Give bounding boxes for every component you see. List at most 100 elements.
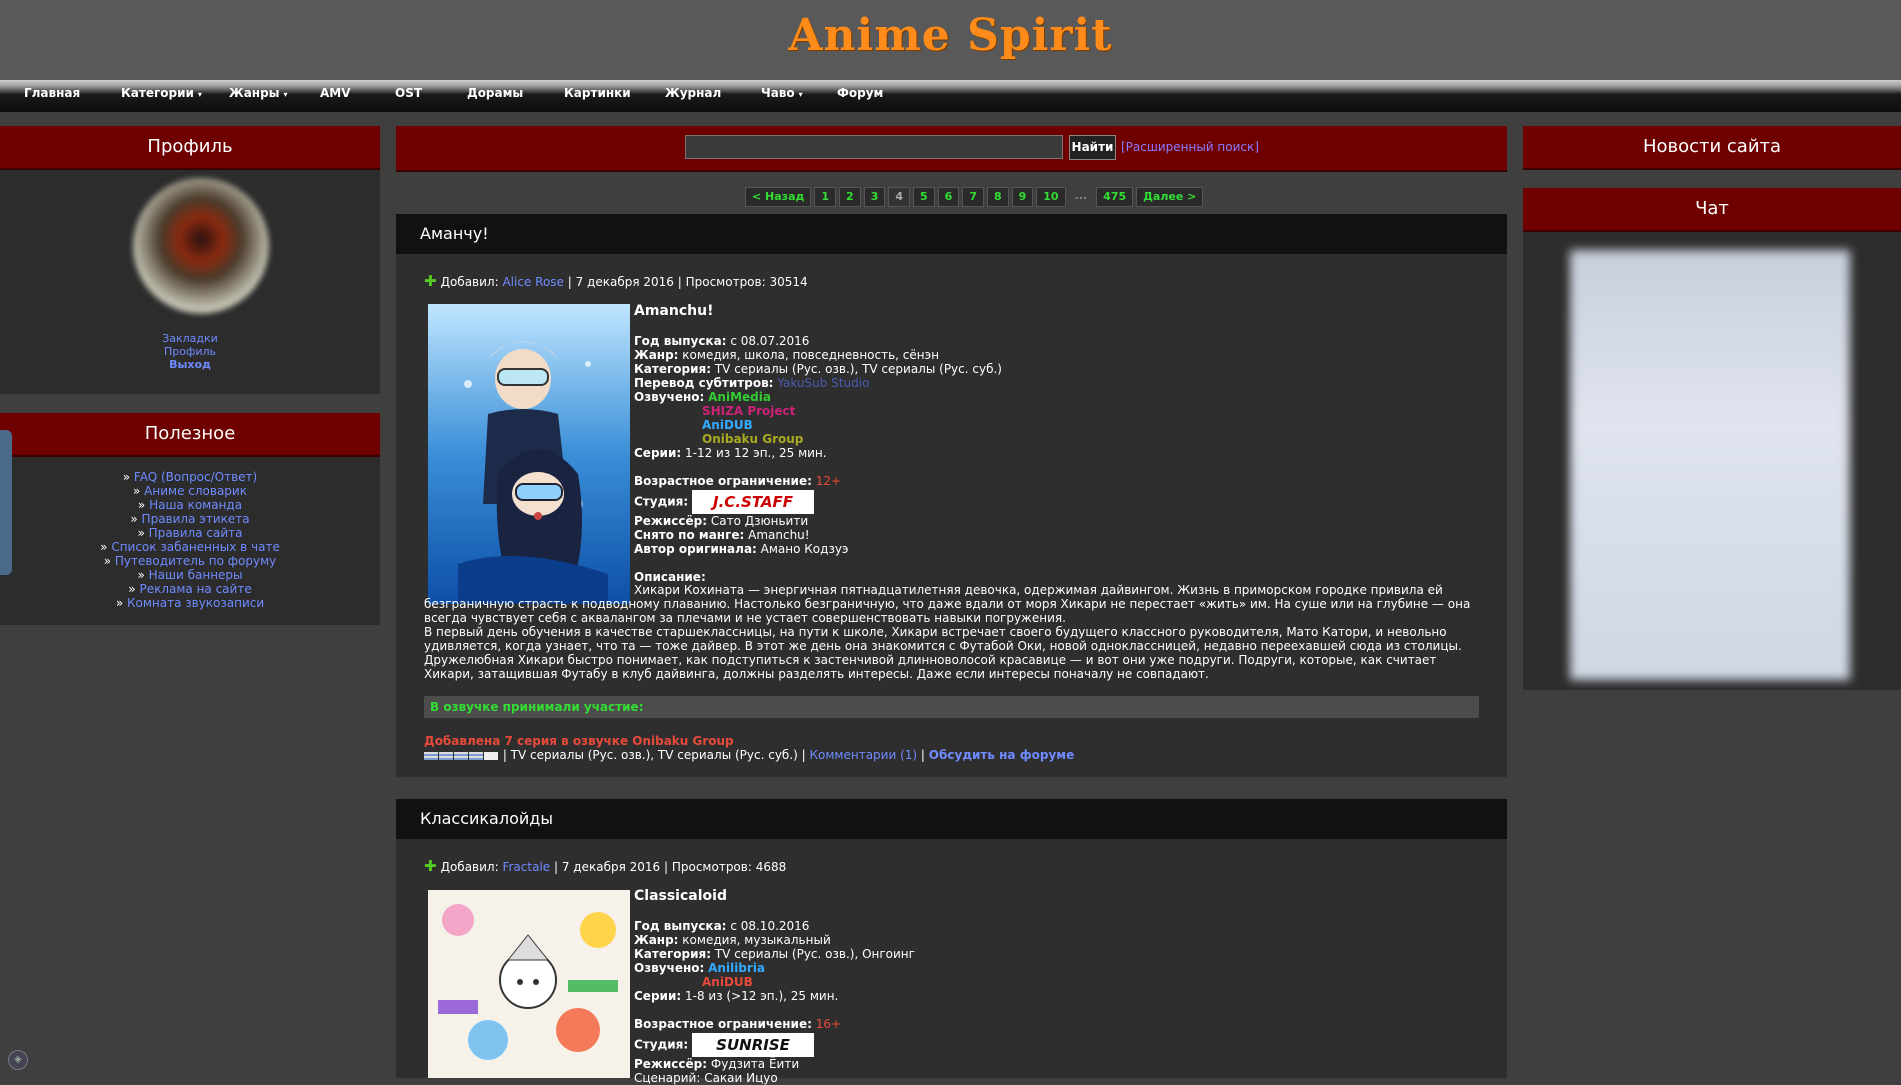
site-news-panel: Новости сайта	[1523, 126, 1901, 170]
forum-guide-link[interactable]: Путеводитель по форуму	[115, 554, 276, 568]
prev-page-button[interactable]: < Назад	[745, 187, 812, 207]
site-logo[interactable]: Anime Spirit	[0, 10, 1901, 61]
post-heading[interactable]: Аманчу!	[396, 214, 1507, 254]
etiquette-link[interactable]: Правила этикета	[142, 512, 250, 526]
page-link[interactable]: 6	[937, 187, 960, 207]
field-value: TV сериалы (Рус. озв.), TV сериалы (Рус.…	[714, 362, 1002, 376]
separator: |	[920, 748, 925, 762]
advanced-search-link[interactable]: [Расширенный поиск]	[1121, 140, 1259, 154]
plus-icon[interactable]: ✚	[424, 857, 437, 875]
page-link[interactable]: 1	[814, 187, 837, 207]
recording-room-link[interactable]: Комната звукозаписи	[127, 596, 264, 610]
post-meta: ✚ Добавил: Fractale | 7 декабря 2016 | Пр…	[424, 857, 786, 875]
post-info: Amanchu! Год выпуска: с 08.07.2016 Жанр:…	[634, 304, 1002, 584]
field-value: с 08.07.2016	[730, 334, 810, 348]
site-header: Anime Spirit	[0, 0, 1901, 80]
search-input[interactable]	[685, 135, 1063, 159]
search-button[interactable]: Найти	[1069, 135, 1116, 160]
list-item: » Аниме словарик	[133, 484, 247, 498]
rating-star-icon[interactable]	[439, 751, 453, 760]
field-label: Возрастное ограничение:	[634, 1017, 812, 1031]
poster-image[interactable]	[428, 890, 630, 1078]
field-label: Снято по манге:	[634, 528, 745, 542]
nav-home[interactable]: Главная	[24, 86, 80, 100]
avatar[interactable]	[133, 178, 269, 314]
voice-team[interactable]: AniMedia	[708, 390, 771, 404]
voice-team[interactable]: Onibaku Group	[634, 432, 1002, 446]
rules-link[interactable]: Правила сайта	[149, 526, 243, 540]
chat-window[interactable]	[1570, 250, 1850, 680]
banners-link[interactable]: Наши баннеры	[149, 568, 243, 582]
nav-label: Чаво	[761, 86, 795, 100]
field-label: Год выпуска:	[634, 334, 727, 348]
studio-logo[interactable]: SUNRISE	[692, 1033, 815, 1057]
post-heading[interactable]: Классикалойды	[396, 799, 1507, 839]
nav-amv[interactable]: AMV	[320, 86, 351, 100]
author-link[interactable]: Fractale	[502, 860, 550, 874]
page-link[interactable]: 9	[1011, 187, 1034, 207]
shield-icon[interactable]: ◈	[8, 1050, 28, 1070]
field-value: комедия, школа, повседневность, сёнэн	[682, 348, 940, 362]
discuss-forum-link[interactable]: Обсудить на форуме	[929, 748, 1074, 762]
nav-journal[interactable]: Журнал	[665, 86, 721, 100]
field-label: Серии:	[634, 446, 682, 460]
post-categories[interactable]: | TV сериалы (Рус. озв.), TV сериалы (Ру…	[503, 748, 806, 762]
studio-row: Студия: J.C.STAFF	[634, 490, 1002, 514]
studio-logo[interactable]: J.C.STAFF	[692, 490, 815, 514]
voice-participants-box: В озвучке принимали участие:	[424, 696, 1479, 718]
rating-star-icon[interactable]	[484, 751, 498, 760]
logout-link[interactable]: Выход	[169, 358, 211, 371]
nav-faq[interactable]: Чаво ▾	[761, 86, 803, 100]
poster-image[interactable]	[428, 304, 630, 604]
dictionary-link[interactable]: Аниме словарик	[144, 484, 247, 498]
next-page-button[interactable]: Далее >	[1136, 187, 1204, 207]
voice-team[interactable]: AniDUB	[634, 418, 1002, 432]
page-link[interactable]: 7	[962, 187, 984, 207]
list-item: » Правила этикета	[130, 512, 250, 526]
site-news-title[interactable]: Новости сайта	[1523, 126, 1901, 170]
page-link[interactable]: 10	[1036, 187, 1066, 207]
rating-star-icon[interactable]	[469, 751, 483, 760]
nav-doramas[interactable]: Дорамы	[467, 86, 523, 100]
rating-star-icon[interactable]	[424, 751, 438, 760]
bookmarks-link[interactable]: Закладки	[162, 332, 218, 345]
nav-pictures[interactable]: Картинки	[564, 86, 631, 100]
comments-link[interactable]: Комментарии (1)	[810, 748, 918, 762]
page-link[interactable]: 8	[986, 187, 1009, 207]
chevron-down-icon: ▾	[798, 90, 803, 99]
list-item: » Реклама на сайте	[128, 582, 252, 596]
field-label: Озвучено:	[634, 961, 705, 975]
ads-link[interactable]: Реклама на сайте	[139, 582, 251, 596]
genre-row: Жанр: комедия, музыкальный	[634, 933, 915, 947]
field-value: с 08.10.2016	[730, 919, 810, 933]
voice-team[interactable]: SHIZA Project	[634, 404, 1002, 418]
voice-team[interactable]: Anilibria	[708, 961, 765, 975]
age-rating: 12+	[815, 474, 842, 488]
nav-label: OST	[395, 86, 423, 100]
voice-team[interactable]: AniDUB	[634, 975, 915, 989]
plus-icon[interactable]: ✚	[424, 272, 437, 290]
author-link[interactable]: Alice Rose	[502, 275, 563, 289]
nav-label: Жанры	[229, 86, 280, 100]
nav-categories[interactable]: Категории ▾	[121, 86, 202, 100]
nav-genres[interactable]: Жанры ▾	[229, 86, 288, 100]
meta-info: | 7 декабря 2016 | Просмотров: 30514	[567, 275, 808, 289]
banned-list-link[interactable]: Список забаненных в чате	[111, 540, 280, 554]
voiced-row: Озвучено: Anilibria	[634, 961, 915, 975]
nav-ost[interactable]: OST	[395, 86, 422, 100]
subs-link[interactable]: YakuSub Studio	[777, 376, 869, 390]
field-value: TV сериалы (Рус. озв.), Онгоинг	[714, 947, 915, 961]
original-author-row: Автор оригинала: Амано Кодзуэ	[634, 542, 1002, 556]
list-item: » Список забаненных в чате	[100, 540, 280, 554]
nav-forum[interactable]: Форум	[837, 86, 883, 100]
page-link[interactable]: 5	[913, 187, 935, 207]
faq-link[interactable]: FAQ (Вопрос/Ответ)	[134, 470, 257, 484]
team-link[interactable]: Наша команда	[149, 498, 242, 512]
page-link[interactable]: 3	[863, 187, 886, 207]
page-link[interactable]: 475	[1096, 187, 1134, 207]
useful-links: » FAQ (Вопрос/Ответ) » Аниме словарик » …	[0, 470, 380, 610]
rating-star-icon[interactable]	[454, 751, 468, 760]
page-link[interactable]: 2	[839, 187, 861, 207]
profile-link[interactable]: Профиль	[164, 345, 216, 358]
field-label: Категория:	[634, 362, 712, 376]
